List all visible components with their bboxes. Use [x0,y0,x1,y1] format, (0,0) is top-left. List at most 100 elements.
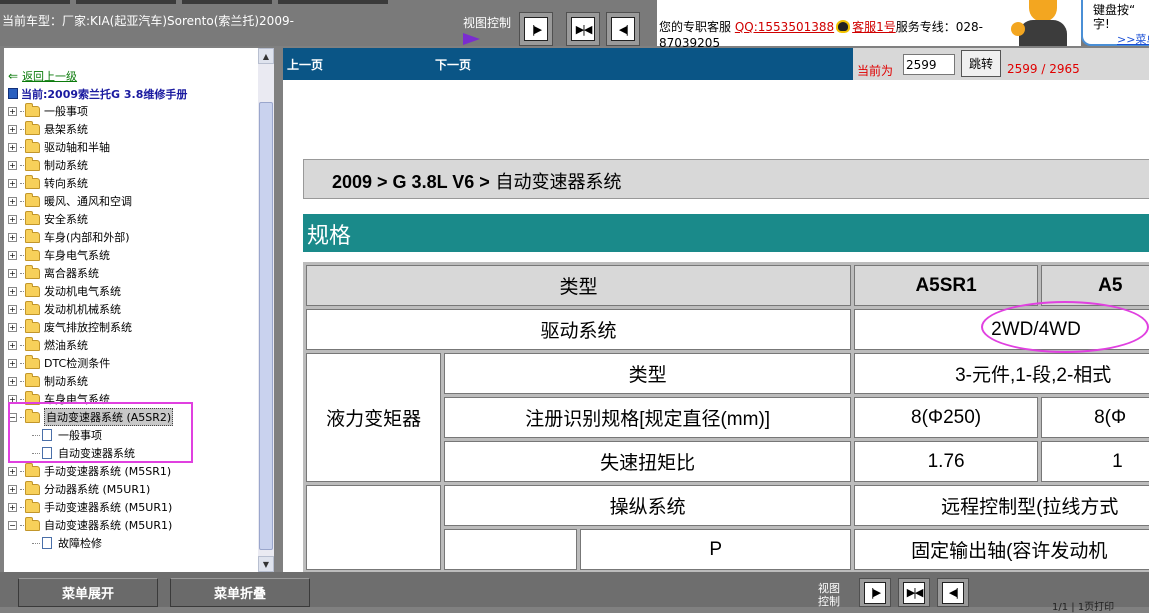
top-tab-strip [278,0,388,4]
scroll-down-icon[interactable]: ▼ [258,556,274,572]
prev-page-link[interactable]: 上一页 [287,56,323,73]
back-link[interactable]: ⇐ 返回上一级 [8,68,77,84]
tree-node[interactable]: + 一般事项 [8,102,88,120]
bar-arrow-left-icon: ◀| [948,586,959,599]
expand-icon[interactable]: + [8,322,17,332]
tree-node[interactable]: + 暖风、通风和空调 [8,192,132,210]
tree-node[interactable]: + 安全系统 [8,210,88,228]
qq-penguin-icon[interactable] [836,20,851,33]
table-cell: 3-元件,1-段,2-相式 [854,353,1149,394]
top-header: 当前车型：厂家:KIA(起亚汽车)Sorento(索兰托)2009- 视图控制 … [0,0,1149,50]
view-expand-left-button[interactable]: |▶ [859,578,891,607]
expand-icon[interactable]: + [8,142,17,152]
section-header: 规格 [303,214,1149,252]
page-jump-panel: 当前为 跳转 2599 / 2965 [853,48,1149,80]
expand-icon[interactable]: + [8,124,17,134]
sidebar-scrollbar[interactable]: ▲ ▼ [258,48,274,572]
current-page-label: 当前为 [857,64,894,78]
book-icon [8,88,18,99]
table-row: 操纵系统 远程控制型(拉线方式 [306,485,1149,570]
arrows-inward-icon: ▶|◀ [906,586,924,599]
tree-node[interactable]: − 自动变速器系统 (M5UR1) [8,516,172,534]
expand-menu-button[interactable]: 菜单展开 [18,578,158,607]
jump-button[interactable]: 跳转 [961,50,1001,77]
expand-icon[interactable]: + [8,268,17,278]
table-cell [444,529,578,570]
expand-icon[interactable]: + [8,232,17,242]
play-arrow-icon[interactable] [463,33,480,45]
expand-icon[interactable]: + [8,178,17,188]
tree-node[interactable]: + 悬架系统 [8,120,88,138]
document-icon [42,537,52,549]
agent-link[interactable]: 客服1号 [852,20,896,34]
tip-text-2: 字! [1093,17,1110,31]
view-expand-right-button[interactable]: ◀| [937,578,969,607]
view-center-button[interactable]: ▶|◀ [898,578,930,607]
expand-icon[interactable]: + [8,250,17,260]
scroll-up-icon[interactable]: ▲ [258,48,274,64]
tree-node[interactable]: + 制动系统 [8,372,88,390]
annotation-highlight-box [8,402,193,463]
tree-node[interactable]: + 分动器系统 (M5UR1) [8,480,150,498]
expand-icon[interactable]: + [8,376,17,386]
top-tab-strip [76,0,176,4]
tree-node[interactable]: + 发动机电气系统 [8,282,121,300]
table-header-col2: A5 [1041,265,1149,306]
folder-icon [25,498,40,513]
page-number-input[interactable] [903,54,955,75]
folder-icon [25,300,40,315]
folder-icon [25,480,40,495]
tree-node[interactable]: + 废气排放控制系统 [8,318,132,336]
tree-node[interactable]: + 转向系统 [8,174,88,192]
folder-icon [25,246,40,261]
view-center-button[interactable]: ▶|◀ [566,12,600,46]
expand-icon[interactable]: + [8,214,17,224]
folder-icon [25,102,40,117]
tree-leaf[interactable]: 故障检修 [32,534,102,552]
expand-icon[interactable]: + [8,196,17,206]
view-expand-right-button[interactable]: ◀| [606,12,640,46]
tree-node[interactable]: + 发动机机械系统 [8,300,121,318]
table-header-col1: A5SR1 [854,265,1039,306]
table-cell: P [580,529,852,570]
folder-icon [25,264,40,279]
tree-node[interactable]: + 制动系统 [8,156,88,174]
navigation-tree: ⇐ 返回上一级 当前:2009索兰托G 3.8维修手册 + 一般事项 + 悬架系统 + 驱动… [4,48,258,572]
top-tab-strip [0,0,70,4]
current-vehicle-info: 当前车型：厂家:KIA(起亚汽车)Sorento(索兰托)2009- [2,14,294,28]
expand-icon[interactable]: + [8,304,17,314]
table-cell: 8(Φ250) [854,397,1039,438]
next-page-link[interactable]: 下一页 [435,56,471,73]
tree-node[interactable]: + 手动变速器系统 (M5UR1) [8,498,172,516]
tree-node[interactable]: + 车身电气系统 [8,246,110,264]
customer-service-panel: 您的专职客服 QQ:1553501388 客服1号服务专线：028- 870392… [657,0,1011,50]
table-row: 类型 A5SR1 A5 [306,265,1149,306]
tree-node[interactable]: + 燃油系统 [8,336,88,354]
expand-icon[interactable]: + [8,340,17,350]
qq-link[interactable]: QQ:1553501388 [735,20,834,34]
tree-node[interactable]: + 离合器系统 [8,264,99,282]
tree-node[interactable]: + DTC检测条件 [8,354,110,372]
expand-icon[interactable]: + [8,286,17,296]
view-control-label: 视图控制 [818,582,840,608]
scrollbar-thumb[interactable] [259,102,273,550]
expand-icon[interactable]: + [8,484,17,494]
tree-node[interactable]: + 手动变速器系统 (M5SR1) [8,462,171,480]
view-expand-left-button[interactable]: |▶ [519,12,553,46]
tree-node[interactable]: + 车身(内部和外部) [8,228,130,246]
service-label: 您的专职客服 [659,20,732,34]
expand-icon[interactable]: + [8,466,17,476]
expand-icon[interactable]: + [8,358,17,368]
table-cell: 类型 [444,353,852,394]
collapse-icon[interactable]: − [8,520,17,530]
table-cell [306,485,442,570]
table-cell: 失速扭矩比 [444,441,852,482]
bottom-bar: 菜单展开 菜单折叠 视图控制 |▶ ▶|◀ ◀| 1/1 | 1页打印 [0,572,1149,613]
bar-arrow-right-icon: |▶ [870,586,881,599]
collapse-menu-button[interactable]: 菜单折叠 [170,578,310,607]
expand-icon[interactable]: + [8,160,17,170]
menu-tip-link[interactable]: >>菜单 [1117,31,1149,47]
expand-icon[interactable]: + [8,106,17,116]
expand-icon[interactable]: + [8,502,17,512]
tree-node[interactable]: + 驱动轴和半轴 [8,138,110,156]
